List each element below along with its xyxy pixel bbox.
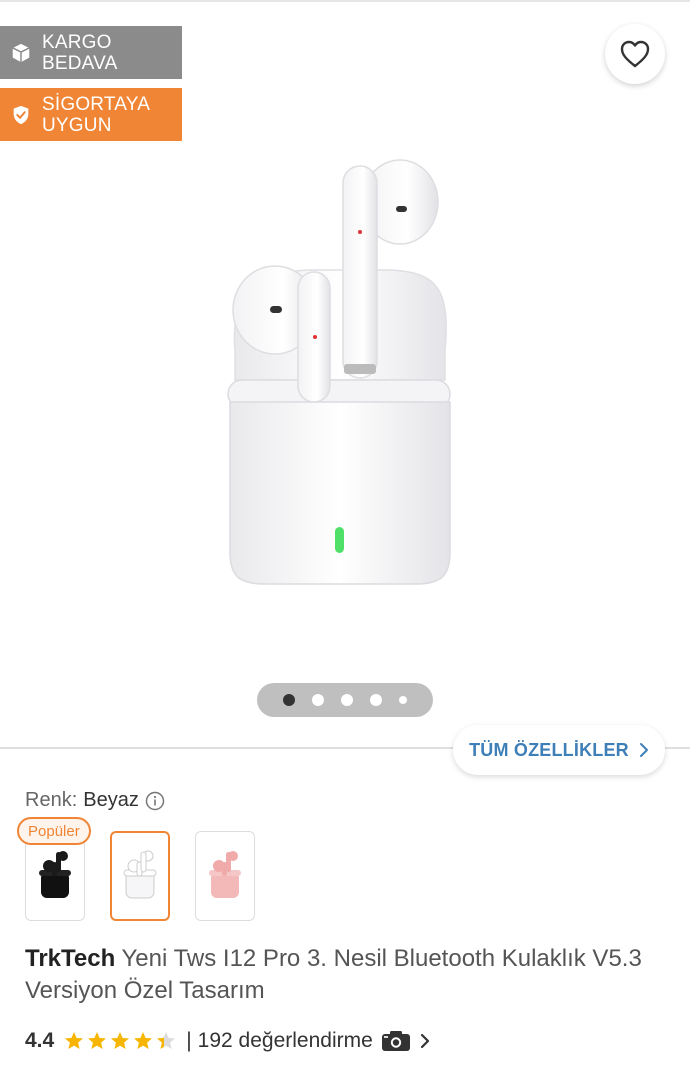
chevron-right-icon xyxy=(420,1033,429,1049)
pagination-dot[interactable] xyxy=(370,694,382,706)
star-icon xyxy=(65,1032,84,1049)
gallery-pagination[interactable] xyxy=(257,683,433,717)
product-title: TrkTech Yeni Tws I12 Pro 3. Nesil Blueto… xyxy=(25,943,665,1007)
free-shipping-line1: KARGO xyxy=(42,31,112,53)
rating-stars xyxy=(64,1031,176,1051)
insurance-line2: UYGUN xyxy=(42,114,112,136)
rating-summary[interactable]: 4.4 | 192 değerlendirme xyxy=(25,1027,431,1055)
rating-score: 4.4 xyxy=(25,1029,55,1052)
free-shipping-badge: KARGO BEDAVA xyxy=(0,26,182,79)
product-brand[interactable]: TrkTech xyxy=(25,945,115,972)
heart-icon xyxy=(620,40,650,68)
all-specs-label: TÜM ÖZELLİKLER xyxy=(469,739,629,760)
all-specs-button[interactable]: TÜM ÖZELLİKLER xyxy=(453,725,665,775)
pagination-dot[interactable] xyxy=(341,694,353,706)
favorite-button[interactable] xyxy=(605,24,665,84)
pagination-dot[interactable] xyxy=(283,694,295,706)
pagination-dot[interactable] xyxy=(312,694,324,706)
star-icon xyxy=(111,1032,130,1049)
review-count: 192 değerlendirme xyxy=(197,1029,373,1052)
product-gallery[interactable]: KARGO BEDAVA SİGORTAYA UYGUN xyxy=(0,2,690,746)
color-label: Renk: xyxy=(25,789,78,811)
box-icon xyxy=(10,42,32,64)
product-image-earbuds xyxy=(227,159,451,585)
chevron-right-icon xyxy=(639,743,648,757)
insurance-line1: SİGORTAYA xyxy=(42,93,151,115)
popular-tag: Popüler xyxy=(17,817,91,845)
star-icon xyxy=(157,1032,176,1049)
star-icon xyxy=(134,1032,153,1049)
color-selector-label: Renk: Beyaz xyxy=(25,789,165,812)
color-value: Beyaz xyxy=(83,789,139,811)
free-shipping-line2: BEDAVA xyxy=(42,52,118,74)
star-icon xyxy=(88,1032,107,1049)
rating-separator: | xyxy=(186,1029,192,1052)
color-option-pink[interactable] xyxy=(195,831,255,921)
pink-earbuds-thumbnail xyxy=(209,851,241,898)
info-icon[interactable] xyxy=(145,791,165,811)
black-earbuds-thumbnail xyxy=(39,851,71,898)
insurance-badge: SİGORTAYA UYGUN xyxy=(0,88,182,141)
product-name: Yeni Tws I12 Pro 3. Nesil Bluetooth Kula… xyxy=(25,945,642,1004)
camera-icon xyxy=(381,1030,411,1052)
white-earbuds-thumbnail xyxy=(123,850,157,899)
color-option-white[interactable] xyxy=(110,831,170,921)
shield-check-icon xyxy=(10,104,32,126)
pagination-dot[interactable] xyxy=(399,696,407,704)
